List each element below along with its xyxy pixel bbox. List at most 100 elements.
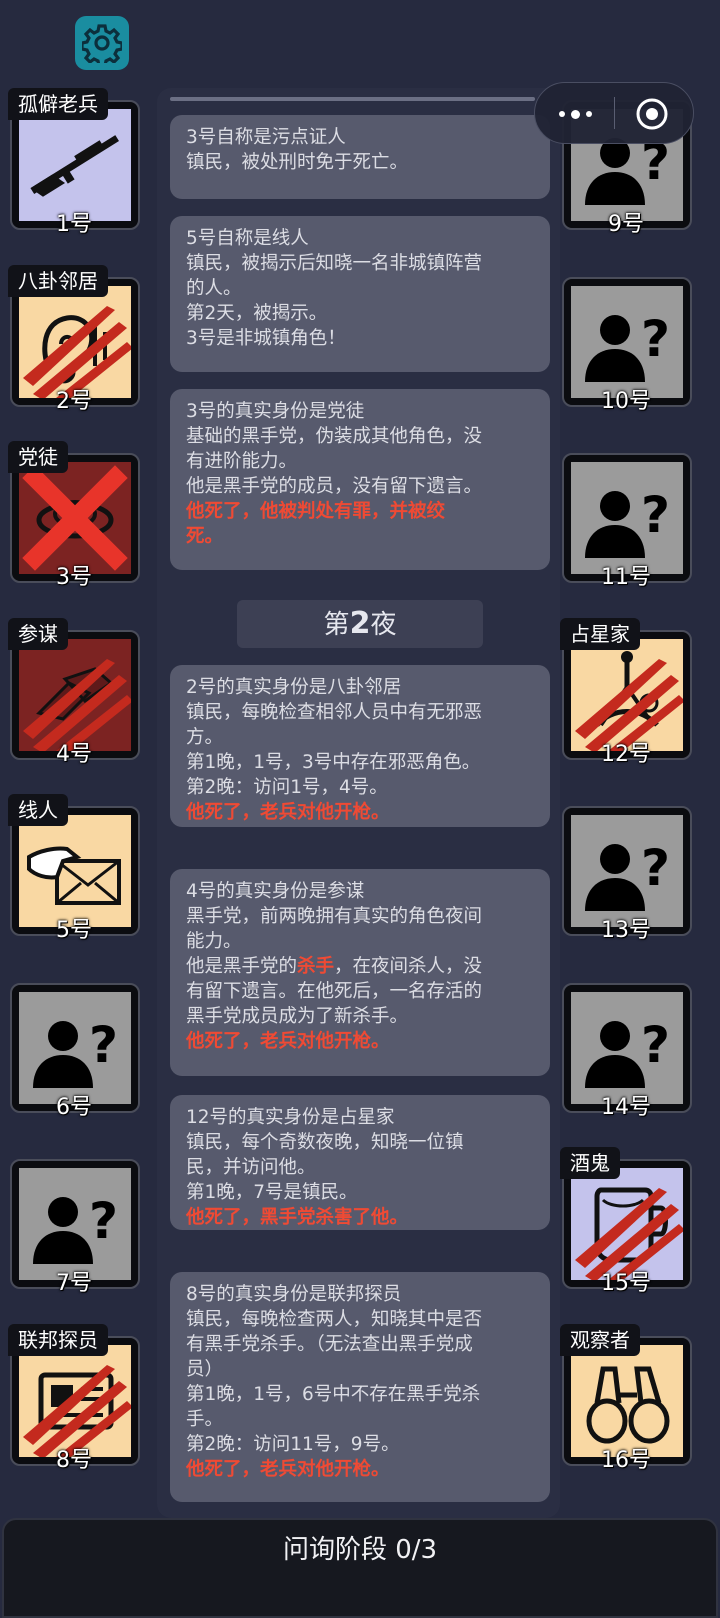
player-number: 10号: [601, 388, 651, 414]
svg-text:?: ?: [89, 1192, 118, 1250]
death-line: 他死了，老兵对他开枪。: [186, 1459, 390, 1480]
log-card-reveal-12: 12号的真实身份是占星家 镇民，每个奇数夜晚，知晓一位镇 民，并访问他。 第1晚…: [170, 1095, 550, 1230]
role-tag: 孤僻老兵: [8, 88, 108, 120]
player-number: 16号: [601, 1447, 651, 1473]
svg-text:?: ?: [641, 1016, 670, 1074]
log-line: 镇民，被处刑时免于死亡。: [186, 152, 409, 173]
log-line: 他是黑手党的成员，没有留下遗言。: [186, 476, 483, 497]
role-tag: 酒鬼: [560, 1147, 620, 1179]
log-line: 有进阶能力。: [186, 451, 298, 472]
player-slot[interactable]: 占星家 12号: [556, 617, 696, 767]
log-line: 2号的真实身份是八卦邻居: [186, 677, 402, 698]
role-portrait: [19, 1344, 131, 1457]
player-number: 13号: [601, 918, 651, 943]
miniprogram-capsule: [534, 82, 694, 144]
player-number: 6号: [56, 1094, 92, 1120]
log-card-claim-3: 3号自称是污点证人 镇民，被处刑时免于死亡。: [170, 115, 550, 199]
player-number: 11号: [601, 565, 651, 590]
gear-icon: [82, 24, 122, 63]
role-portrait: [19, 109, 131, 221]
unknown-user-icon: ?: [585, 310, 670, 382]
role-tag: 联邦探员: [8, 1323, 108, 1356]
log-line: 方。: [186, 727, 224, 748]
player-card: ?: [562, 982, 692, 1113]
player-card: ?: [562, 806, 692, 936]
log-line: 黑手党，前两晚拥有真实的角色夜间: [186, 906, 483, 927]
log-line: 镇民，每晚检查两人，知晓其中是否: [186, 1309, 483, 1330]
log-card-reveal-8: 8号的真实身份是联邦探员 镇民，每晚检查两人，知晓其中是否 有黑手党杀手。（无法…: [170, 1272, 550, 1502]
player-slot[interactable]: 参谋 4号: [4, 617, 144, 767]
log-line: 的人。: [186, 278, 242, 299]
log-text: 他是黑手党的: [186, 956, 298, 977]
role-portrait: [19, 815, 131, 927]
player-slot[interactable]: 八卦邻居 2号: [4, 264, 144, 414]
unknown-user-icon: ?: [585, 486, 670, 558]
night-prefix: 第: [323, 610, 350, 640]
settings-button[interactable]: [75, 16, 129, 70]
player-number: 4号: [56, 741, 92, 767]
death-line: 他死了，老兵对他开枪。: [186, 1031, 390, 1052]
log-line: 12号的真实身份是占星家: [186, 1107, 395, 1128]
player-slot[interactable]: ? 14号: [556, 975, 696, 1120]
log-card-reveal-3: 3号的真实身份是党徒 基础的黑手党，伪装成其他角色，没 有进阶能力。 他是黑手党…: [170, 389, 550, 570]
killer-highlight: 杀手: [297, 956, 335, 977]
log-line: 手。: [186, 1409, 224, 1430]
drunk-icon: [575, 1187, 683, 1280]
svg-text:?: ?: [641, 486, 670, 544]
role-portrait: ?: [571, 462, 683, 574]
player-slot[interactable]: 联邦探员 8号: [4, 1323, 144, 1473]
role-portrait: [19, 638, 131, 751]
log-card-claim-5: 5号自称是线人 镇民，被揭示后知晓一名非城镇阵营 的人。 第2天，被揭示。 3号…: [170, 216, 550, 372]
rifle-icon: [30, 135, 119, 197]
log-line: 黑手党成员成为了新杀手。: [186, 1006, 409, 1027]
player-slot[interactable]: 观察者 16号: [556, 1323, 696, 1473]
more-icon[interactable]: [555, 103, 595, 125]
player-number: 8号: [56, 1447, 92, 1473]
log-line: 镇民，被揭示后知晓一名非城镇阵营: [186, 253, 483, 274]
role-portrait: ?: [571, 285, 683, 398]
log-card-reveal-4: 4号的真实身份是参谋 黑手党，前两晚拥有真实的角色夜间 能力。 他是黑手党的杀手…: [170, 869, 550, 1076]
night-number: 2: [349, 606, 371, 641]
player-card: ?: [10, 1159, 140, 1289]
log-line: 镇民，每晚检查相邻人员中有无邪恶: [186, 702, 483, 723]
death-line: 他死了，他被判处有罪，并被绞: [186, 501, 446, 522]
badge-icon: [23, 1364, 131, 1457]
player-number: 9号: [608, 212, 644, 237]
role-tag: 占星家: [560, 617, 640, 650]
player-slot[interactable]: 酒鬼 15号: [556, 1147, 696, 1296]
log-line: 镇民，每个奇数夜晚，知晓一位镇: [186, 1132, 464, 1153]
player-slot[interactable]: ? 13号: [556, 798, 696, 943]
player-slot[interactable]: 孤僻老兵 1号: [4, 88, 144, 237]
log-line: 有黑手党杀手。（无法查出黑手党成: [186, 1334, 473, 1355]
log-line: 3号的真实身份是党徒: [186, 401, 365, 422]
close-target-icon[interactable]: [635, 97, 669, 131]
player-number: 14号: [601, 1094, 651, 1120]
player-slot[interactable]: 党徒 3号: [4, 441, 144, 590]
player-slot[interactable]: ? 6号: [4, 975, 144, 1120]
svg-text:?: ?: [89, 1016, 118, 1074]
log-line: 第1晚，1号，6号中不存在黑手党杀: [186, 1384, 481, 1405]
role-portrait: [19, 285, 131, 398]
mask-icon: [22, 465, 128, 571]
player-slot[interactable]: 线人 5号: [4, 794, 144, 943]
player-slot[interactable]: ? 11号: [556, 445, 696, 590]
log-card-reveal-2: 2号的真实身份是八卦邻居 镇民，每晚检查相邻人员中有无邪恶 方。 第1晚，1号，…: [170, 665, 550, 827]
player-slot[interactable]: ? 10号: [556, 269, 696, 414]
player-number: 5号: [56, 918, 92, 943]
role-portrait: ?: [19, 991, 131, 1104]
death-line: 他死了，黑手党杀害了他。: [186, 1207, 409, 1228]
player-number: 1号: [56, 212, 92, 237]
death-line: 死。: [186, 526, 224, 547]
night-suffix: 夜: [370, 610, 397, 640]
player-card: ?: [562, 276, 692, 407]
binoculars-icon: [586, 1366, 670, 1443]
log-line: 有留下遗言。在他死后，一名存活的: [186, 981, 483, 1002]
log-line: 第2晚：访问11号，9号。: [186, 1434, 400, 1455]
phase-label: 问询阶段 0/3: [282, 1535, 438, 1565]
sextant-icon: [575, 650, 683, 751]
role-portrait: ?: [571, 991, 683, 1104]
log-line: 第1晚，7号是镇民。: [186, 1182, 358, 1203]
log-line: 基础的黑手党，伪装成其他角色，没: [186, 426, 483, 447]
role-tag: 观察者: [560, 1323, 640, 1356]
player-slot[interactable]: ? 7号: [4, 1151, 144, 1296]
